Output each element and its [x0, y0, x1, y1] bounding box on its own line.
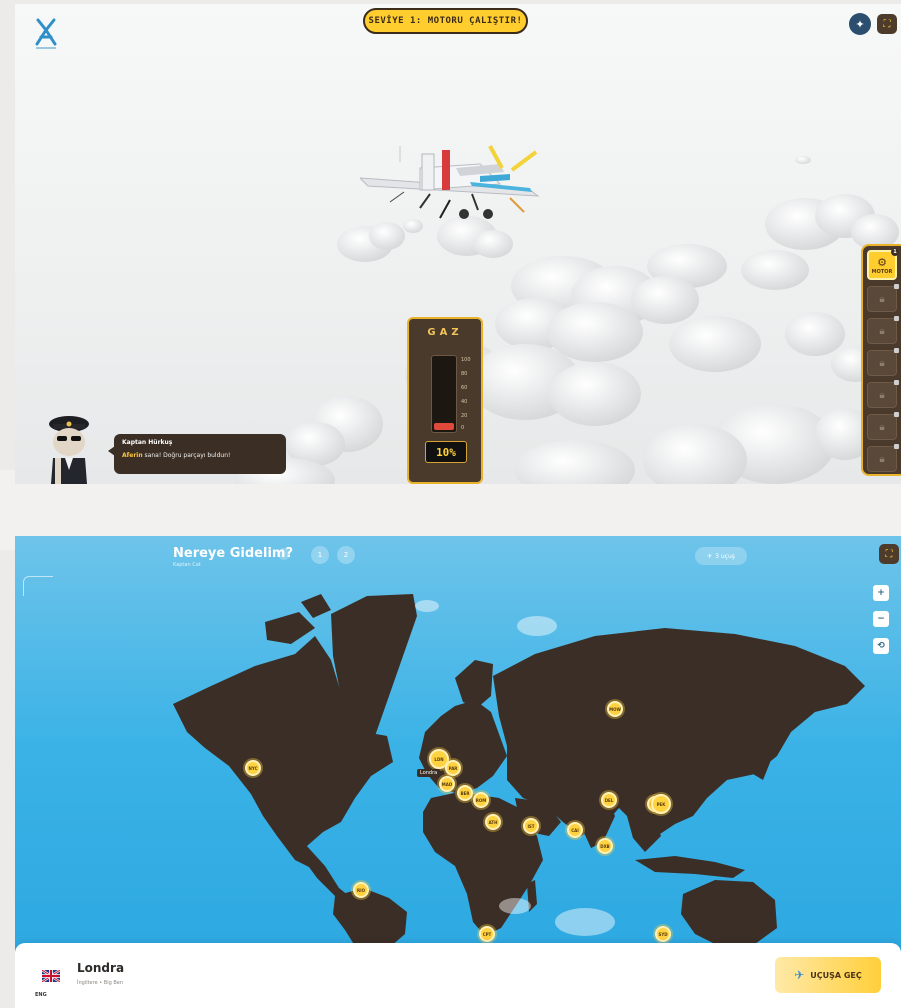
landmass	[635, 856, 745, 878]
pilot-message: Aferin sana! Doğru parçayı buldun!	[122, 452, 278, 459]
lock-icon: 🔒︎	[879, 325, 885, 337]
airplane-model[interactable]	[360, 138, 550, 228]
city-marker[interactable]: MAD	[439, 776, 455, 792]
world-map[interactable]	[15, 536, 901, 946]
pilot-message-text: sana! Doğru parçayı buldun!	[142, 452, 231, 459]
throttle-tick: 100	[461, 357, 471, 363]
pilot-speech-bubble: Kaptan Hürkuş Aferin sana! Doğru parçayı…	[108, 434, 286, 474]
part-slot-locked[interactable]: 🔒︎	[867, 412, 899, 440]
city-marker[interactable]: BER	[457, 785, 473, 801]
start-flight-label: UÇUŞA GEÇ	[810, 970, 862, 980]
throttle-tick: 20	[461, 413, 468, 419]
part-badge: 1	[891, 248, 899, 256]
landmass	[681, 880, 777, 946]
city-marker[interactable]: IST	[523, 818, 539, 834]
city-marker[interactable]: NYC	[245, 760, 261, 776]
lock-icon: 🔒︎	[879, 453, 885, 465]
landmass	[301, 594, 331, 618]
lock-icon: 🔒︎	[879, 293, 885, 305]
throttle-tick: 0	[461, 425, 465, 431]
part-slot-locked[interactable]: 🔒︎	[867, 444, 899, 472]
part-slot-locked[interactable]: 🔒︎	[867, 316, 899, 344]
selected-city-label: Londra	[417, 769, 441, 777]
city-marker[interactable]: SYD	[655, 926, 671, 942]
throttle-readout: 10%	[425, 441, 467, 463]
landmass	[333, 888, 407, 946]
destination-name: Londra	[77, 961, 125, 975]
lock-icon: 🔒︎	[879, 357, 885, 369]
parts-rail: ⚙ MOTOR 1 🔒︎ 🔒︎ 🔒︎ 🔒︎ 🔒︎ 🔒︎	[861, 244, 901, 476]
city-marker[interactable]: RIO	[353, 882, 369, 898]
city-marker[interactable]: CPT	[479, 926, 495, 942]
throttle-tick: 80	[461, 371, 468, 377]
throttle-fill	[434, 423, 454, 430]
city-marker[interactable]: ATH	[485, 814, 501, 830]
world-map-view[interactable]: Nereye Gidelim? Kaptan Cat i 1 2 ✈ 3 uçuş…	[15, 536, 901, 1008]
city-marker[interactable]: ROM	[473, 792, 489, 808]
part-slot-motor[interactable]: ⚙ MOTOR 1	[867, 248, 899, 280]
start-flight-button[interactable]: ✈ UÇUŞA GEÇ	[775, 957, 881, 993]
throttle-tick: 40	[461, 399, 468, 405]
landmass	[455, 660, 493, 708]
destination-description: İngiltere • Big Ben	[77, 980, 124, 986]
city-marker[interactable]: PEK	[651, 794, 671, 814]
pilot-name: Kaptan Hürkuş	[122, 439, 173, 446]
landmass	[301, 844, 349, 898]
pilot-avatar	[49, 416, 89, 484]
pilot-message-highlight: Aferin	[122, 452, 143, 459]
part-slot-locked[interactable]: 🔒︎	[867, 348, 899, 376]
gear-icon: ⚙	[877, 255, 887, 269]
landmass	[493, 628, 865, 836]
part-slot-label: MOTOR	[871, 268, 893, 275]
city-marker[interactable]: DEL	[601, 792, 617, 808]
lock-icon: 🔒︎	[879, 421, 885, 433]
throttle-panel[interactable]: GAZ 100 80 60 40 20 0 10%	[407, 317, 483, 484]
throttle-label: GAZ	[427, 327, 463, 338]
throttle-track[interactable]	[431, 355, 457, 433]
uk-flag-icon	[42, 970, 60, 982]
city-marker[interactable]: PAR	[445, 760, 461, 776]
throttle-tick: 60	[461, 385, 468, 391]
city-marker[interactable]: MOW	[607, 701, 623, 717]
part-slot-locked[interactable]: 🔒︎	[867, 284, 899, 312]
city-marker[interactable]: DXB	[597, 838, 613, 854]
lock-icon: 🔒︎	[879, 389, 885, 401]
city-marker[interactable]: CAI	[567, 822, 583, 838]
landmass	[265, 612, 315, 644]
game-scene[interactable]: SEVİYE 1: MOTORU ÇALIŞTIR! ✦ ⛶ GAZ 100 8…	[15, 4, 901, 484]
destination-bar: Londra İngiltere • Big Ben ENG ✈ UÇUŞA G…	[15, 943, 901, 1008]
plane-icon: ✈	[794, 968, 805, 982]
destination-code: ENG	[35, 992, 47, 998]
part-slot-locked[interactable]: 🔒︎	[867, 380, 899, 408]
